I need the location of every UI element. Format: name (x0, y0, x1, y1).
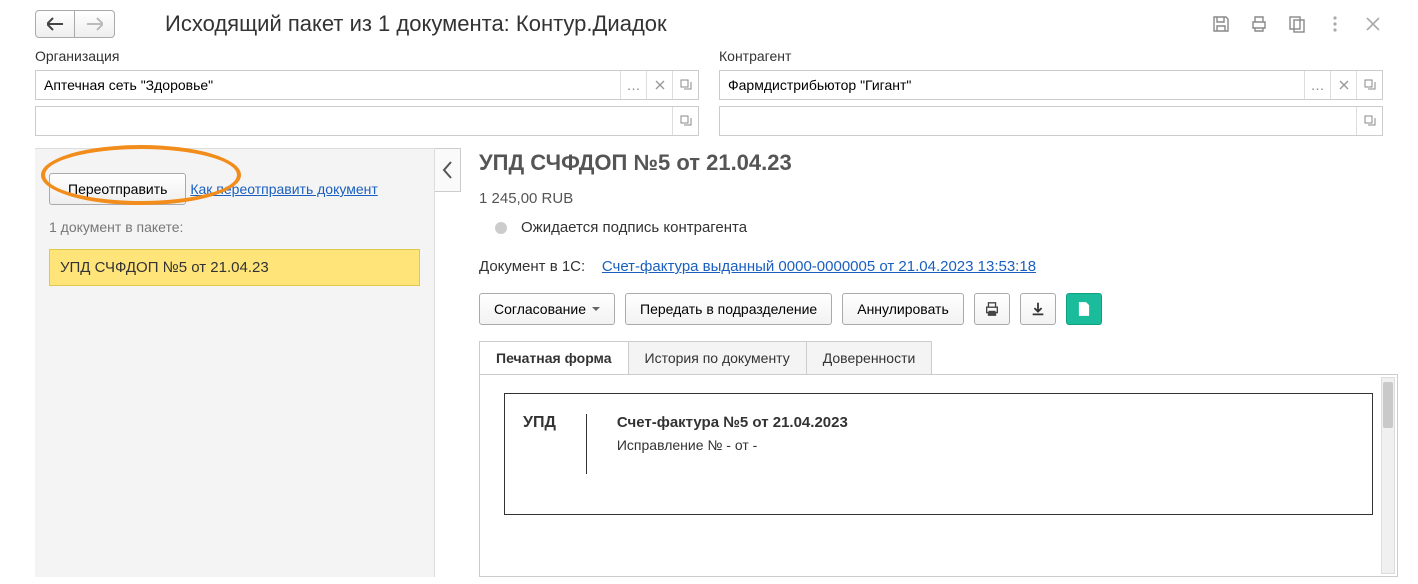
how-resend-link[interactable]: Как переотправить документ (190, 181, 377, 197)
status-text: Ожидается подпись контрагента (521, 219, 747, 236)
ellipsis-button[interactable]: … (620, 71, 646, 99)
counterparty-input[interactable] (720, 71, 1304, 99)
clear-button[interactable] (1330, 71, 1356, 99)
preview-correction-line: Исправление № - от - (617, 437, 848, 453)
edo-button[interactable] (1066, 293, 1102, 325)
print-icon[interactable] (1249, 14, 1269, 34)
download-button[interactable] (1020, 293, 1056, 325)
open-button[interactable] (1356, 107, 1382, 135)
resend-button[interactable]: Переотправить (49, 173, 186, 205)
preview-invoice-title: Счет-фактура №5 от 21.04.2023 (617, 414, 848, 431)
cancel-document-button[interactable]: Аннулировать (842, 293, 964, 325)
document-icon (1076, 301, 1092, 317)
nav-back-button[interactable] (35, 10, 75, 38)
nav-forward-button[interactable] (75, 10, 115, 38)
document-1c-link[interactable]: Счет-фактура выданный 0000-0000005 от 21… (602, 258, 1036, 275)
organization-input[interactable] (36, 71, 620, 99)
document-count-label: 1 документ в пакете: (49, 219, 420, 235)
tab-history[interactable]: История по документу (629, 341, 807, 375)
document-amount: 1 245,00 RUB (479, 190, 1398, 207)
organization-secondary-input[interactable] (36, 107, 672, 135)
open-button[interactable] (1356, 71, 1382, 99)
ellipsis-button[interactable]: … (1304, 71, 1330, 99)
arrow-right-icon (87, 17, 103, 31)
save-icon[interactable] (1211, 14, 1231, 34)
print-icon (984, 301, 1000, 317)
counterparty-secondary-input[interactable] (720, 107, 1356, 135)
transfer-department-button[interactable]: Передать в подразделение (625, 293, 832, 325)
document-list-item[interactable]: УПД СЧФДОП №5 от 21.04.23 (49, 249, 420, 286)
page-title: Исходящий пакет из 1 документа: Контур.Д… (165, 11, 667, 37)
tab-print-form[interactable]: Печатная форма (479, 341, 629, 375)
close-icon[interactable] (1363, 14, 1383, 34)
approval-button[interactable]: Согласование (479, 293, 615, 325)
open-button[interactable] (672, 107, 698, 135)
open-button[interactable] (672, 71, 698, 99)
collapse-sidebar-button[interactable] (435, 148, 461, 192)
counterparty-label: Контрагент (719, 44, 1383, 64)
vertical-scrollbar[interactable] (1381, 377, 1395, 574)
status-dot-icon (495, 222, 507, 234)
document-preview-panel: УПД Счет-фактура №5 от 21.04.2023 Исправ… (479, 374, 1398, 577)
tab-poa[interactable]: Доверенности (807, 341, 933, 375)
preview-upd-label: УПД (523, 414, 556, 432)
organization-label: Организация (35, 44, 699, 64)
preview-divider (586, 414, 587, 474)
scroll-thumb[interactable] (1383, 382, 1393, 428)
more-icon[interactable] (1325, 14, 1345, 34)
print-button[interactable] (974, 293, 1010, 325)
copy-icon[interactable] (1287, 14, 1307, 34)
document-title: УПД СЧФДОП №5 от 21.04.23 (479, 150, 1398, 176)
download-icon (1030, 301, 1046, 317)
arrow-left-icon (47, 17, 63, 31)
document-1c-label: Документ в 1С: (479, 258, 585, 275)
clear-button[interactable] (646, 71, 672, 99)
